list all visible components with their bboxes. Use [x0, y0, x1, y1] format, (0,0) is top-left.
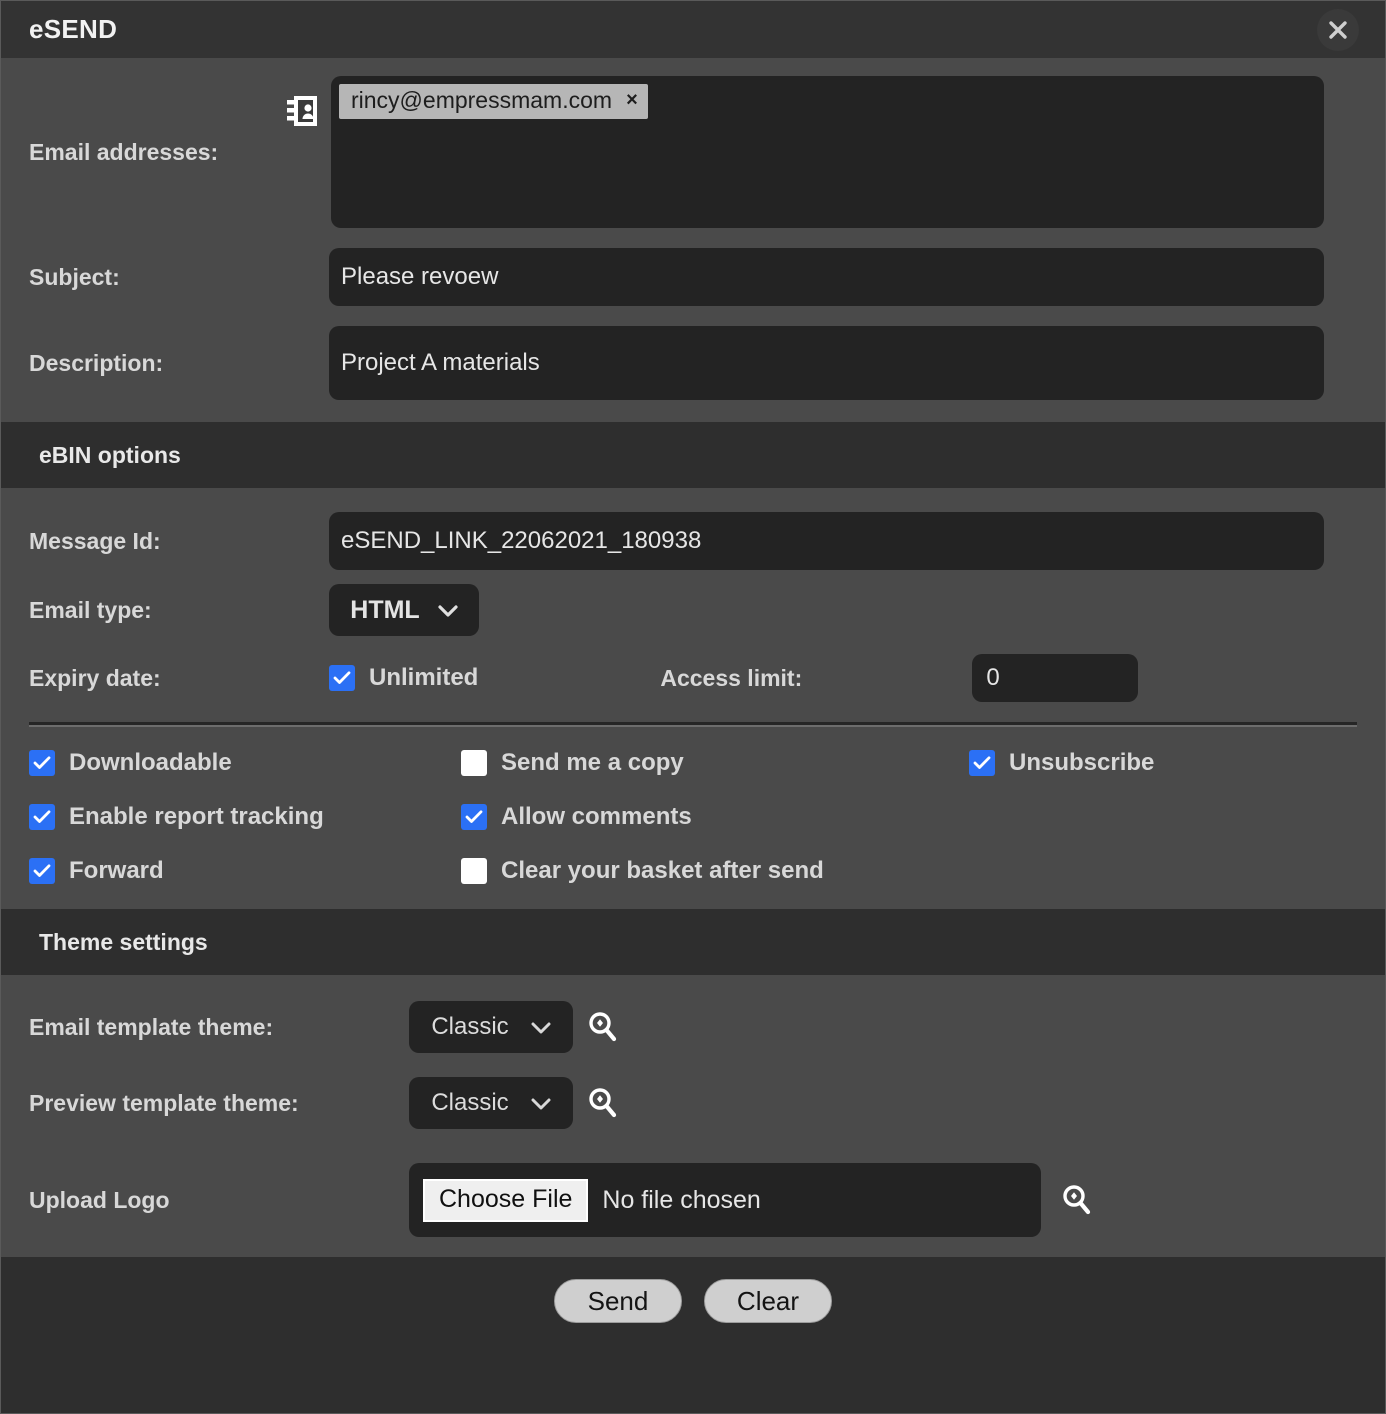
message-id-label: Message Id: [29, 527, 161, 554]
option-label: Send me a copy [501, 749, 684, 776]
close-icon [1326, 18, 1350, 42]
dialog-titlebar: eSEND [1, 1, 1385, 58]
option-label: Clear your basket after send [501, 857, 824, 884]
close-button[interactable] [1317, 8, 1359, 51]
preview-template-theme-select[interactable]: Classic [409, 1077, 573, 1129]
checkbox-box [329, 665, 355, 691]
option-label: Allow comments [501, 803, 692, 830]
ebin-options-section: Message Id: eSEND_LINK_22062021_180938 E… [1, 488, 1385, 909]
preview-template-theme-value: Classic [431, 1089, 509, 1116]
checkbox-box [29, 804, 55, 830]
access-limit-label: Access limit: [660, 664, 803, 691]
option-label: Unsubscribe [1009, 749, 1155, 776]
option-enable-report-tracking[interactable]: Enable report tracking [29, 803, 461, 831]
recipient-address: rincy@empressmam.com [351, 87, 613, 113]
clear-button[interactable]: Clear [704, 1279, 832, 1323]
choose-file-button[interactable]: Choose File [423, 1178, 589, 1222]
ebin-options-grid: Downloadable Send me a copy Unsubscribe … [1, 727, 1385, 909]
email-addresses-input[interactable]: rincy@empressmam.com × [331, 76, 1324, 228]
subject-row: Subject: Please revoew [1, 238, 1385, 316]
send-button[interactable]: Send [554, 1279, 682, 1323]
dialog-title: eSEND [29, 14, 118, 44]
access-limit-group: Access limit: 0 [660, 654, 1139, 702]
email-type-label: Email type: [29, 596, 152, 623]
grid-spacer [969, 803, 1357, 831]
theme-settings-header: Theme settings [1, 909, 1385, 975]
subject-input[interactable]: Please revoew [329, 248, 1324, 306]
option-unsubscribe[interactable]: Unsubscribe [969, 749, 1357, 777]
checkbox-box [969, 750, 995, 776]
preview-template-theme-row: Preview template theme: Classic [1, 1065, 1385, 1141]
chevron-down-icon [531, 1097, 551, 1110]
option-forward[interactable]: Forward [29, 857, 461, 885]
email-template-theme-label: Email template theme: [29, 1013, 274, 1040]
ebin-options-header: eBIN options [1, 422, 1385, 488]
email-template-theme-value: Classic [431, 1013, 509, 1040]
file-name-text: No file chosen [602, 1185, 761, 1214]
grid-spacer [969, 857, 1357, 885]
theme-settings-title: Theme settings [39, 928, 208, 955]
contact-book-icon[interactable] [287, 94, 319, 128]
unlimited-checkbox[interactable]: Unlimited [329, 664, 478, 692]
esend-dialog: eSEND Email addresses: rincy@empressmam.… [0, 0, 1386, 1414]
description-label: Description: [29, 349, 164, 376]
option-label: Enable report tracking [69, 803, 324, 830]
subject-label: Subject: [29, 263, 120, 290]
preview-template-theme-label: Preview template theme: [29, 1089, 299, 1116]
email-type-row: Email type: HTML [1, 576, 1385, 644]
access-limit-input[interactable]: 0 [972, 654, 1139, 702]
option-clear-your-basket-after-send[interactable]: Clear your basket after send [461, 857, 969, 885]
option-allow-comments[interactable]: Allow comments [461, 803, 969, 831]
expiry-date-row: Expiry date: Unlimited Access limit: 0 [1, 644, 1385, 716]
checkbox-box [461, 804, 487, 830]
preview-template-preview-magnifier-icon[interactable] [587, 1087, 617, 1119]
compose-section: Email addresses: rincy@empressmam.com × [1, 58, 1385, 422]
unlimited-label: Unlimited [369, 664, 479, 691]
chevron-down-icon [438, 604, 458, 617]
email-addresses-row: Email addresses: rincy@empressmam.com × [1, 58, 1385, 238]
description-input[interactable]: Project A materials [329, 326, 1324, 400]
email-template-theme-select[interactable]: Classic [409, 1001, 573, 1053]
ebin-options-title: eBIN options [39, 441, 181, 468]
option-downloadable[interactable]: Downloadable [29, 749, 461, 777]
checkbox-box [29, 858, 55, 884]
email-addresses-label: Email addresses: [29, 138, 219, 165]
expiry-date-label: Expiry date: [29, 664, 161, 691]
checkbox-box [29, 750, 55, 776]
chevron-down-icon [531, 1021, 551, 1034]
email-template-theme-row: Email template theme: Classic [1, 989, 1385, 1065]
email-type-select[interactable]: HTML [329, 584, 479, 636]
upload-logo-row: Upload Logo Choose File No file chosen [1, 1141, 1385, 1257]
description-row: Description: Project A materials [1, 316, 1385, 422]
checkbox-box [461, 858, 487, 884]
option-label: Forward [69, 857, 164, 884]
email-type-value: HTML [350, 595, 420, 624]
email-addresses-label-col: Email addresses: [29, 76, 287, 228]
option-label: Downloadable [69, 749, 232, 776]
upload-logo-label: Upload Logo [29, 1186, 170, 1213]
upload-logo-preview-magnifier-icon[interactable] [1061, 1184, 1091, 1216]
dialog-footer: Send Clear [1, 1257, 1385, 1413]
theme-settings-section: Email template theme: Classic Preview te… [1, 975, 1385, 1257]
upload-logo-file-input[interactable]: Choose File No file chosen [409, 1163, 1041, 1237]
message-id-row: Message Id: eSEND_LINK_22062021_180938 [1, 502, 1385, 576]
option-send-me-a-copy[interactable]: Send me a copy [461, 749, 969, 777]
recipient-remove-icon[interactable]: × [626, 89, 638, 112]
email-template-preview-magnifier-icon[interactable] [587, 1011, 617, 1043]
message-id-input[interactable]: eSEND_LINK_22062021_180938 [329, 512, 1324, 570]
checkbox-box [461, 750, 487, 776]
recipient-tag[interactable]: rincy@empressmam.com × [339, 84, 648, 119]
